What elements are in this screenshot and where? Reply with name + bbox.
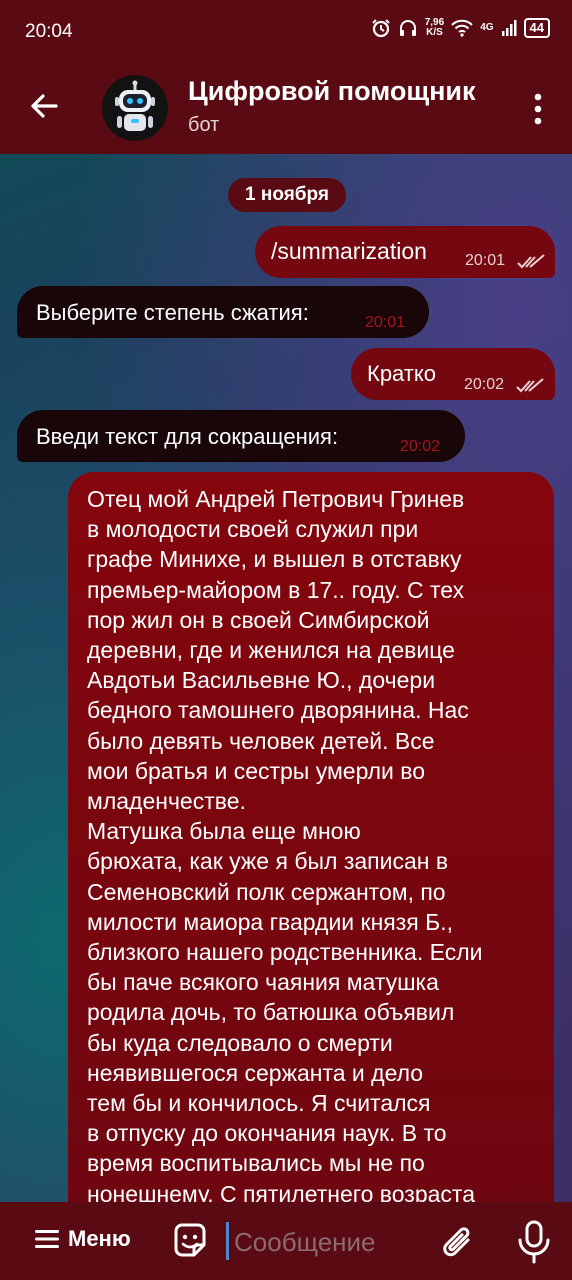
message-time: 20:02 [464,376,505,393]
chat-header: Цифровой помощник бот [0,62,572,154]
avatar[interactable] [102,75,168,141]
message-bubble-outgoing[interactable]: Кратко 20:02 [351,348,555,400]
alarm-icon [372,19,390,38]
text-cursor [226,1222,229,1260]
menu-label: Меню [68,1226,131,1251]
message-text[interactable]: Отец мой Андрей Петрович Гринев в молодо… [87,484,542,1202]
sticker-icon[interactable] [170,1221,210,1261]
chat-subtitle: бот [188,114,220,136]
microphone-icon[interactable] [516,1220,552,1264]
status-icons: 7,96 K/S 4G 44 [371,18,550,38]
message-bubble-outgoing[interactable]: /summarization 20:01 [255,226,555,278]
message-text[interactable]: Выберите степень сжатия: [36,300,309,326]
menu-button[interactable]: Меню [34,1226,131,1252]
battery-icon: 44 [523,18,550,38]
chat-title[interactable]: Цифровой помощник [188,76,476,107]
arrow-left-icon[interactable] [26,88,62,124]
message-text[interactable]: /summarization [271,238,427,265]
message-time: 20:01 [365,314,406,331]
status-bar: 20:04 7,96 K/S 4G 44 [0,0,572,62]
more-vertical-icon[interactable] [532,92,544,126]
network-type: 4G [480,22,494,33]
message-bubble-incoming[interactable]: Выберите степень сжатия: 20:01 [17,286,429,338]
attach-icon[interactable] [438,1222,478,1262]
status-time: 20:04 [25,21,73,42]
message-list[interactable]: 1 ноября /summarization 20:01 Выберите с… [0,154,572,1202]
message-text[interactable]: Кратко [367,361,436,387]
message-input[interactable] [232,1220,426,1264]
message-text[interactable]: Введи текст для сокращения: [36,424,338,450]
message-time: 20:02 [400,438,441,455]
message-bubble-outgoing[interactable]: Отец мой Андрей Петрович Гринев в молодо… [68,472,554,1202]
wifi-icon [451,19,473,37]
robot-icon [115,80,155,131]
headphones-icon [399,20,416,36]
input-bar: Меню [0,1202,572,1280]
message-bubble-incoming[interactable]: Введи текст для сокращения: 20:02 [17,410,465,462]
message-time: 20:01 [465,252,506,269]
date-chip: 1 ноября [228,178,346,212]
net-speed: 7,96 K/S [425,18,444,38]
net-speed-unit: K/S [426,27,443,38]
read-checks-icon [516,378,544,393]
read-checks-icon [517,254,545,269]
menu-icon [35,1230,59,1248]
signal-icon [501,20,517,36]
